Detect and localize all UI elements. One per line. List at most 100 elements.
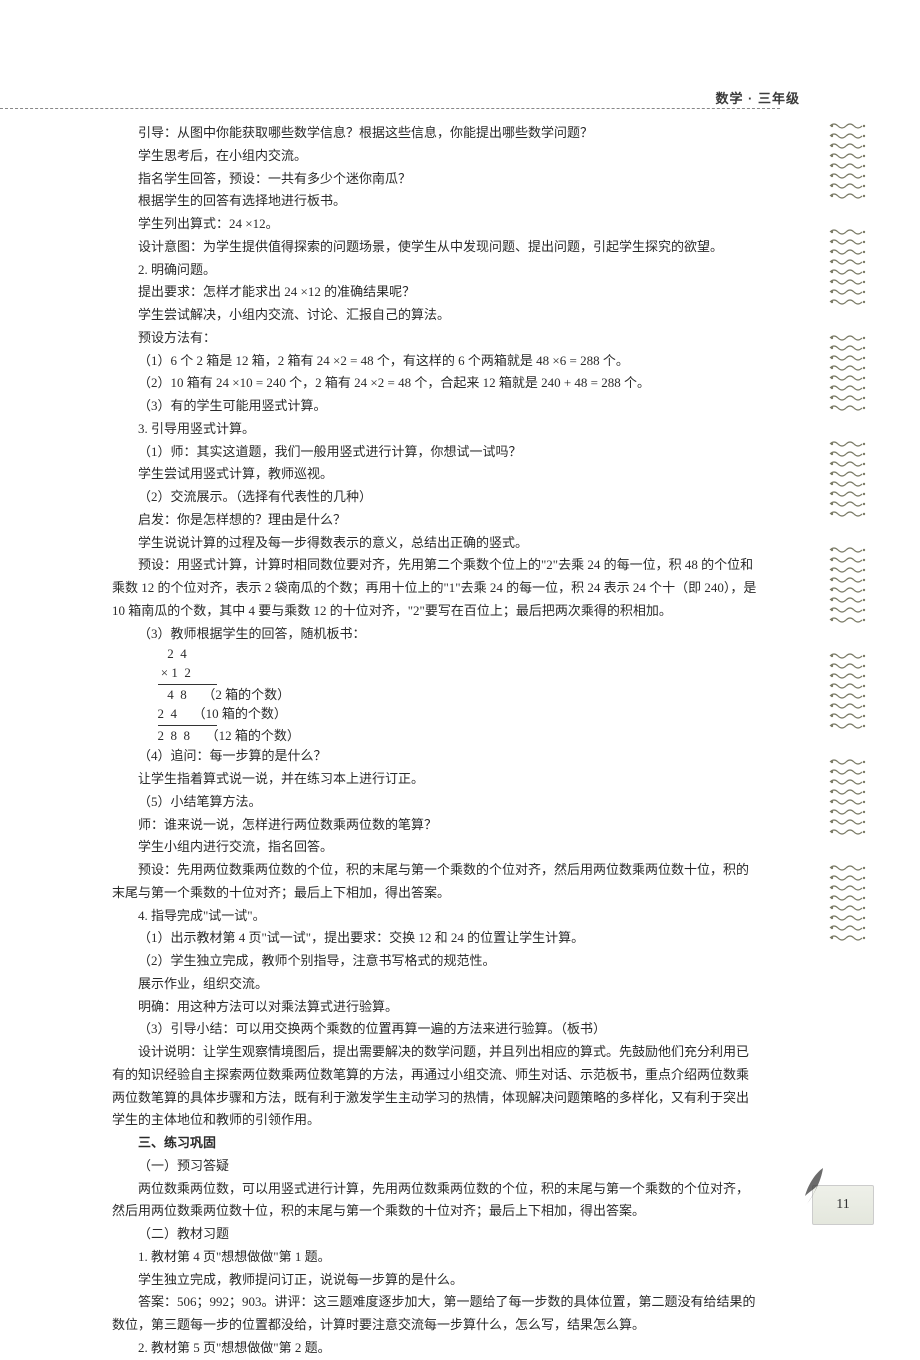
spiral-icon bbox=[828, 616, 868, 624]
spiral-icon bbox=[828, 546, 868, 554]
paragraph: 师：谁来说一说，怎样进行两位数乘两位数的笔算？ bbox=[112, 814, 760, 837]
paragraph: 学生尝试用竖式计算，教师巡视。 bbox=[112, 463, 760, 486]
spiral-group bbox=[828, 758, 870, 836]
header-divider bbox=[0, 108, 780, 109]
paragraph: 引导：从图中你能获取哪些数学信息？根据这些信息，你能提出哪些数学问题？ bbox=[112, 122, 760, 145]
spiral-group bbox=[828, 652, 870, 730]
calc-value: 2 4 bbox=[158, 706, 178, 721]
spiral-icon bbox=[828, 874, 868, 882]
spiral-icon bbox=[828, 884, 868, 892]
paragraph: （1）师：其实这道题，我们一般用竖式进行计算，你想试一试吗？ bbox=[112, 441, 760, 464]
spiral-icon bbox=[828, 374, 868, 382]
spiral-icon bbox=[828, 450, 868, 458]
spiral-group bbox=[828, 546, 870, 624]
spiral-icon bbox=[828, 394, 868, 402]
paragraph: （2）10 箱有 24 ×10 = 240 个，2 箱有 24 ×2 = 48 … bbox=[112, 372, 760, 395]
spiral-icon bbox=[828, 192, 868, 200]
calc-line: 2 4 （10 箱的个数） bbox=[158, 705, 761, 724]
spiral-icon bbox=[828, 470, 868, 478]
paragraph: （1）出示教材第 4 页"试一试"，提出要求：交换 12 和 24 的位置让学生… bbox=[112, 927, 760, 950]
paragraph: 预设：先用两位数乘两位数的个位，积的末尾与第一个乘数的个位对齐，然后用两位数乘两… bbox=[112, 859, 760, 905]
spiral-icon bbox=[828, 556, 868, 564]
feather-icon bbox=[799, 1166, 827, 1206]
paragraph: 3. 引导用竖式计算。 bbox=[112, 418, 760, 441]
spiral-icon bbox=[828, 652, 868, 660]
spiral-icon bbox=[828, 288, 868, 296]
paragraph: （1）6 个 2 箱是 12 箱，2 箱有 24 ×2 = 48 个，有这样的 … bbox=[112, 350, 760, 373]
spiral-icon bbox=[828, 864, 868, 872]
spiral-icon bbox=[828, 500, 868, 508]
spiral-icon bbox=[828, 122, 868, 130]
spiral-icon bbox=[828, 132, 868, 140]
spiral-icon bbox=[828, 712, 868, 720]
paragraph: （4）追问：每一步算的是什么？ bbox=[112, 745, 760, 768]
paragraph: （2）交流展示。（选择有代表性的几种） bbox=[112, 486, 760, 509]
paragraph: 学生思考后，在小组内交流。 bbox=[112, 145, 760, 168]
paragraph: 2. 明确问题。 bbox=[112, 259, 760, 282]
spiral-icon bbox=[828, 924, 868, 932]
spiral-icon bbox=[828, 142, 868, 150]
spiral-icon bbox=[828, 672, 868, 680]
spiral-icon bbox=[828, 798, 868, 806]
subject-grade-label: 数学 · 三年级 bbox=[715, 91, 800, 106]
calc-line: 2 8 8（12 箱的个数） bbox=[158, 727, 761, 746]
section-heading: 三、练习巩固 bbox=[112, 1132, 760, 1155]
spiral-icon bbox=[828, 510, 868, 518]
calc-note: （2 箱的个数） bbox=[202, 686, 290, 705]
spiral-group bbox=[828, 440, 870, 518]
spiral-icon bbox=[828, 258, 868, 266]
spiral-icon bbox=[828, 758, 868, 766]
paragraph: 4. 指导完成"试一试"。 bbox=[112, 905, 760, 928]
paragraph: 学生说说计算的过程及每一步得数表示的意义，总结出正确的竖式。 bbox=[112, 532, 760, 555]
spiral-icon bbox=[828, 566, 868, 574]
spiral-icon bbox=[828, 596, 868, 604]
calc-rule bbox=[158, 684, 218, 685]
paragraph: （一）预习答疑 bbox=[112, 1155, 760, 1178]
paragraph: 指名学生回答，预设：一共有多少个迷你南瓜？ bbox=[112, 168, 760, 191]
spiral-icon bbox=[828, 576, 868, 584]
spiral-icon bbox=[828, 384, 868, 392]
spiral-icon bbox=[828, 298, 868, 306]
spiral-icon bbox=[828, 480, 868, 488]
spiral-icon bbox=[828, 238, 868, 246]
spiral-icon bbox=[828, 354, 868, 362]
spiral-icon bbox=[828, 278, 868, 286]
spiral-icon bbox=[828, 364, 868, 372]
paragraph: 预设方法有： bbox=[112, 327, 760, 350]
spiral-icon bbox=[828, 914, 868, 922]
spiral-icon bbox=[828, 934, 868, 942]
spiral-icon bbox=[828, 440, 868, 448]
paragraph: 提出要求：怎样才能求出 24 ×12 的准确结果呢？ bbox=[112, 281, 760, 304]
spiral-icon bbox=[828, 904, 868, 912]
paragraph: 两位数乘两位数，可以用竖式进行计算，先用两位数乘两位数的个位，积的末尾与第一个乘… bbox=[112, 1178, 760, 1224]
paragraph: 1. 教材第 4 页"想想做做"第 1 题。 bbox=[112, 1246, 760, 1269]
spiral-icon bbox=[828, 662, 868, 670]
paragraph: （3）有的学生可能用竖式计算。 bbox=[112, 395, 760, 418]
spiral-icon bbox=[828, 818, 868, 826]
calc-line: × 1 2 bbox=[158, 664, 761, 683]
paragraph: 设计意图：为学生提供值得探索的问题场景，使学生从中发现问题、提出问题，引起学生探… bbox=[112, 236, 760, 259]
spiral-group bbox=[828, 334, 870, 412]
spiral-icon bbox=[828, 692, 868, 700]
page-number: 11 bbox=[836, 1193, 849, 1218]
spiral-icon bbox=[828, 248, 868, 256]
calc-line: 2 4 bbox=[158, 645, 761, 664]
calc-line: 4 8 （2 箱的个数） bbox=[158, 686, 761, 705]
spiral-icon bbox=[828, 460, 868, 468]
spiral-icon bbox=[828, 828, 868, 836]
spiral-icon bbox=[828, 334, 868, 342]
calc-value: 4 8 bbox=[158, 687, 187, 702]
spiral-icon bbox=[828, 162, 868, 170]
page-number-badge: 11 bbox=[812, 1185, 874, 1225]
paragraph: 学生小组内进行交流，指名回答。 bbox=[112, 836, 760, 859]
spiral-icon bbox=[828, 182, 868, 190]
calc-value: 2 8 8 bbox=[158, 728, 191, 743]
paragraph: （3）教师根据学生的回答，随机板书： bbox=[112, 623, 760, 646]
spiral-icon bbox=[828, 682, 868, 690]
paragraph: 答案：506；992；903。讲评：这三题难度逐步加大，第一题给了每一步数的具体… bbox=[112, 1291, 760, 1337]
spiral-icon bbox=[828, 268, 868, 276]
spiral-icon bbox=[828, 702, 868, 710]
calc-note: （10 箱的个数） bbox=[193, 705, 287, 724]
spiral-icon bbox=[828, 606, 868, 614]
paragraph: 设计说明：让学生观察情境图后，提出需要解决的数学问题，并且列出相应的算式。先鼓励… bbox=[112, 1041, 760, 1132]
